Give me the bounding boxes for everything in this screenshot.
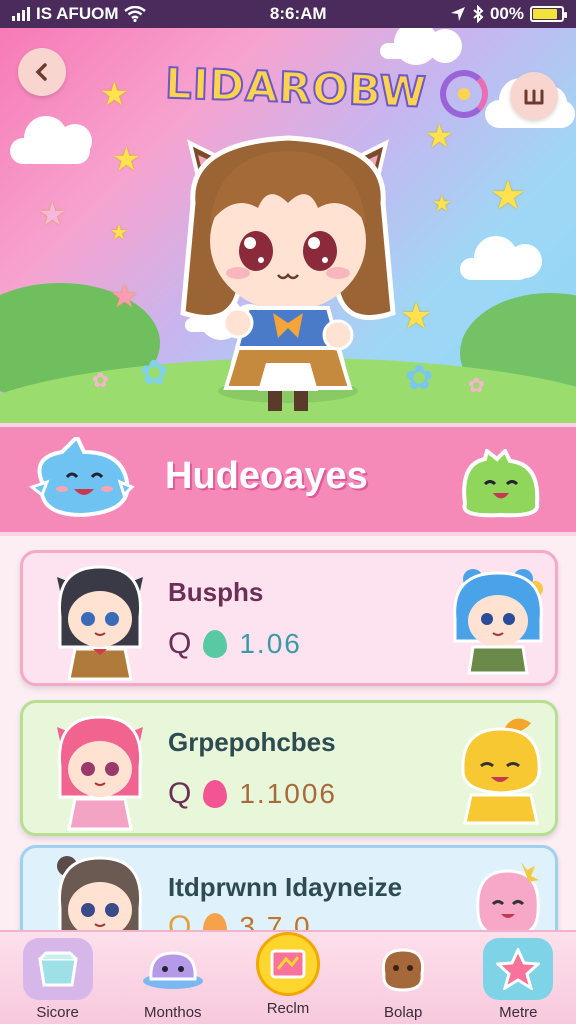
- gem-icon: [203, 630, 228, 658]
- menu-icon: [524, 89, 544, 105]
- wifi-icon: [124, 6, 147, 22]
- game-card[interactable]: Busphs Q 1.06: [20, 550, 558, 686]
- avatar: [461, 718, 541, 825]
- bottom-nav: Sicore Monthos Reclm Bolap Metre: [0, 930, 576, 1024]
- nav-item-store[interactable]: Sicore: [8, 938, 108, 1021]
- avatar: [453, 569, 543, 675]
- battery-percent: 00%: [489, 4, 524, 23]
- bluetooth-icon: [473, 5, 484, 23]
- battery-fill: [533, 9, 557, 19]
- flower-icon: ✿: [405, 359, 434, 397]
- hero-scene: ★ ★ ★ ★ ★ ★ ★ ★ ★ ✿ ✿ ✿ ✿ LIDAROBW: [0, 28, 576, 423]
- stat-value: 1.1006: [239, 778, 337, 809]
- status-left: IS AFUOM: [12, 4, 147, 24]
- nav-label: Reclm: [266, 1000, 310, 1017]
- nav-item-monsters[interactable]: Monthos: [123, 938, 223, 1021]
- realm-icon: [255, 932, 320, 996]
- cloud: [380, 28, 462, 65]
- status-time: 8:6:AM: [269, 4, 327, 23]
- flower-icon: ✿: [140, 354, 169, 392]
- green-slime-icon: [462, 449, 540, 518]
- back-arrow-icon: [35, 63, 47, 81]
- card-stat: Q 1.1006: [168, 777, 337, 811]
- bag-icon: [368, 938, 438, 1000]
- star-icon: ★: [425, 118, 454, 154]
- game-card[interactable]: Grpepohcbes Q 1.1006: [20, 700, 558, 836]
- back-button[interactable]: [18, 48, 66, 96]
- battery-icon: [530, 6, 567, 22]
- nav-item-metre[interactable]: Metre: [468, 938, 568, 1021]
- flower-icon: ✿: [92, 370, 109, 392]
- nav-item-bag[interactable]: Bolap: [353, 938, 453, 1021]
- star-icon: ★: [490, 174, 526, 218]
- monster-icon: [138, 938, 208, 1000]
- star-icon: ★: [110, 278, 139, 314]
- game-logo: LIDAROBW: [163, 58, 428, 118]
- nav-item-realm[interactable]: Reclm: [238, 932, 338, 1017]
- location-icon: [450, 7, 465, 21]
- featured-banner[interactable]: Hudeoayes: [0, 423, 576, 536]
- card-stat: Q 1.06: [168, 627, 302, 661]
- signal-icon: [12, 7, 30, 21]
- avatar: [57, 565, 143, 681]
- star-icon: [483, 938, 554, 1000]
- blue-monster-icon: [28, 437, 135, 518]
- status-right: 00%: [450, 4, 567, 24]
- stat-value: 1.06: [239, 628, 302, 659]
- menu-button[interactable]: [510, 72, 558, 120]
- carrier-name: IS AFUOM: [36, 4, 119, 23]
- store-icon: [22, 938, 93, 1000]
- star-icon: ★: [112, 141, 141, 177]
- star-icon: ★: [38, 196, 67, 232]
- status-bar: IS AFUOM 8:6:AM 00%: [0, 0, 576, 28]
- card-title: Grpepohcbes: [168, 727, 336, 757]
- profile-swirl-button[interactable]: [440, 70, 488, 118]
- card-title: Busphs: [168, 577, 264, 607]
- star-icon: ★: [100, 76, 129, 112]
- star-icon: ★: [432, 191, 452, 216]
- flower-icon: ✿: [468, 375, 485, 397]
- star-icon: ★: [110, 222, 128, 244]
- nav-label: Bolap: [383, 1004, 423, 1021]
- chibi-character: [180, 135, 396, 411]
- avatar: [57, 715, 143, 831]
- nav-label: Sicore: [36, 1004, 79, 1021]
- heart-gem-icon: [203, 780, 228, 808]
- card-title: Itdprwnn Idayneize: [168, 872, 403, 902]
- nav-label: Monthos: [144, 1004, 202, 1021]
- stat-prefix: Q: [168, 627, 192, 660]
- banner-title: Hudeoayes: [165, 455, 368, 497]
- stat-prefix: Q: [168, 777, 192, 810]
- cloud: [10, 116, 92, 164]
- nav-label: Metre: [499, 1004, 538, 1021]
- cloud: [460, 236, 542, 280]
